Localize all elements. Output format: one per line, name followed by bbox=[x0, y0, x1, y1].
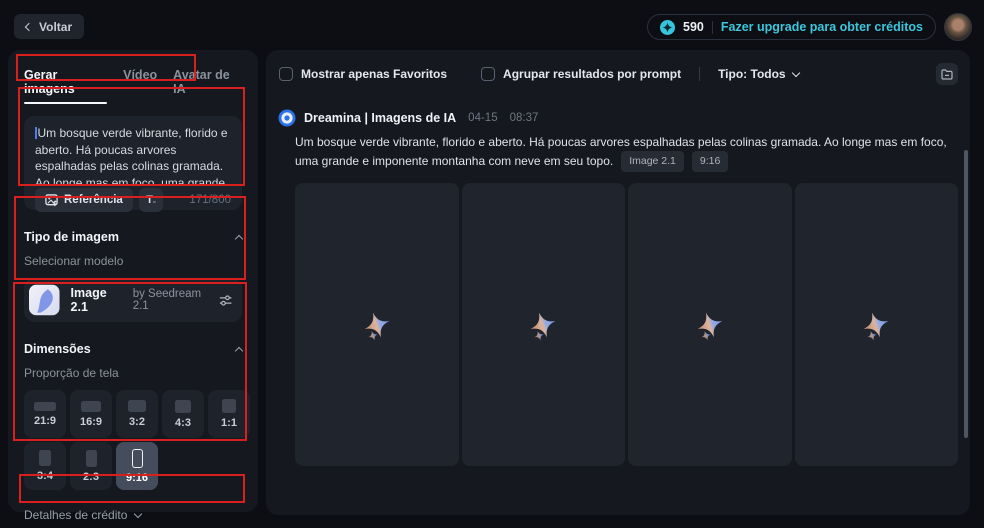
ratio-9-16-icon bbox=[131, 448, 143, 468]
text-tool-icon: T bbox=[146, 194, 153, 206]
sidebar-tabs: Gerar imagens Vídeo Avatar de IA bbox=[24, 64, 242, 104]
ratio-3-2-icon bbox=[128, 400, 146, 412]
image-type-title: Tipo de imagem bbox=[24, 230, 119, 244]
ratio-2-3[interactable]: 2:3 bbox=[70, 442, 112, 490]
tab-avatar-ia[interactable]: Avatar de IA bbox=[173, 68, 242, 104]
char-counter: 171/800 bbox=[189, 194, 231, 206]
model-thumbnail bbox=[29, 284, 60, 316]
filter-divider bbox=[699, 67, 701, 81]
folder-icon bbox=[941, 68, 953, 80]
ratio-1-1-icon bbox=[222, 399, 236, 413]
generating-image-card[interactable] bbox=[295, 183, 459, 466]
ratio-1-1[interactable]: 1:1 bbox=[208, 390, 250, 438]
chevron-left-icon bbox=[24, 22, 34, 31]
chevron-up-icon[interactable] bbox=[234, 234, 244, 243]
sliders-icon[interactable] bbox=[219, 294, 232, 307]
back-button-label: Voltar bbox=[39, 19, 73, 34]
generating-image-card[interactable] bbox=[628, 183, 792, 466]
back-button[interactable]: Voltar bbox=[14, 14, 85, 39]
ratio-4-3-icon bbox=[175, 399, 191, 413]
prompt-text: Um bosque verde vibrante, florido e aber… bbox=[35, 126, 228, 184]
prompt-textarea[interactable]: Um bosque verde vibrante, florido e aber… bbox=[35, 125, 231, 184]
aspect-ratio-label: Proporção de tela bbox=[24, 366, 119, 380]
model-by-label: by Seedream 2.1 bbox=[132, 288, 202, 312]
text-tool-button[interactable]: T ▫ bbox=[138, 188, 163, 212]
prompt-toolbar: Referência T ▫ 171/800 bbox=[35, 188, 231, 212]
result-prompt: Um bosque verde vibrante, florido e aber… bbox=[295, 134, 955, 172]
group-by-prompt-checkbox[interactable] bbox=[481, 67, 496, 81]
ratio-16-9-icon bbox=[81, 400, 101, 412]
ratio-9-16-selected[interactable]: 9:16 bbox=[116, 442, 158, 490]
result-source-title: Dreamina | Imagens de IA bbox=[304, 111, 457, 125]
result-date: 04-15 bbox=[468, 112, 498, 124]
favorites-checkbox[interactable] bbox=[279, 67, 293, 81]
result-header: Dreamina | Imagens de IA 04-15 08:37 bbox=[266, 85, 970, 127]
sparkle-loading-icon bbox=[693, 308, 727, 342]
type-dropdown-label: Tipo: Todos bbox=[718, 67, 786, 81]
ratio-3-4-icon bbox=[39, 450, 51, 466]
chevron-down-icon bbox=[791, 68, 800, 78]
ratio-3-2[interactable]: 3:2 bbox=[116, 390, 158, 438]
ratio-2-3-icon bbox=[85, 449, 97, 467]
dimensions-header[interactable]: Dimensões bbox=[24, 342, 244, 356]
generating-image-card[interactable] bbox=[461, 183, 625, 466]
sparkle-loading-icon bbox=[526, 308, 560, 342]
generating-image-card[interactable] bbox=[794, 183, 958, 466]
sparkle-loading-icon bbox=[859, 308, 893, 342]
ratio-3-4[interactable]: 3:4 bbox=[24, 442, 66, 490]
model-selector[interactable]: Image 2.1 by Seedream 2.1 bbox=[24, 278, 242, 322]
reference-button-label: Referência bbox=[64, 194, 123, 206]
favorites-label: Mostrar apenas Favoritos bbox=[301, 67, 448, 81]
credit-details-label: Detalhes de crédito bbox=[24, 508, 128, 522]
text-tool-sub-icon: ▫ bbox=[152, 199, 156, 206]
tab-video[interactable]: Vídeo bbox=[123, 68, 157, 104]
pill-divider bbox=[711, 20, 713, 34]
chevron-up-icon[interactable] bbox=[234, 346, 244, 355]
chevron-down-icon bbox=[134, 509, 143, 519]
generation-sidebar: Gerar imagens Vídeo Avatar de IA Um bosq… bbox=[8, 50, 258, 522]
scrollbar-thumb[interactable] bbox=[964, 150, 968, 438]
ratio-21-9[interactable]: 21:9 bbox=[24, 390, 66, 438]
result-ratio-tag: 9:16 bbox=[691, 151, 729, 172]
results-panel: Mostrar apenas Favoritos Agrupar resulta… bbox=[266, 50, 970, 515]
reference-button[interactable]: Referência bbox=[35, 188, 133, 212]
dreamina-logo-icon bbox=[278, 109, 296, 127]
text-caret bbox=[35, 127, 37, 139]
user-avatar[interactable] bbox=[944, 13, 972, 41]
sparkle-loading-icon bbox=[360, 308, 394, 342]
generation-grid bbox=[295, 183, 958, 466]
dimensions-title: Dimensões bbox=[24, 342, 91, 356]
upgrade-link[interactable]: Fazer upgrade para obter créditos bbox=[721, 20, 923, 34]
tab-gerar-imagens[interactable]: Gerar imagens bbox=[24, 68, 108, 104]
asset-folder-button[interactable] bbox=[936, 63, 958, 85]
credits-pill[interactable]: 590 Fazer upgrade para obter créditos bbox=[647, 14, 936, 40]
result-model-tag: Image 2.1 bbox=[621, 151, 684, 172]
filter-bar: Mostrar apenas Favoritos Agrupar resulta… bbox=[266, 50, 970, 85]
model-name: Image 2.1 bbox=[70, 286, 107, 314]
result-time: 08:37 bbox=[509, 112, 539, 124]
select-model-label: Selecionar modelo bbox=[24, 254, 124, 268]
group-by-prompt-label: Agrupar resultados por prompt bbox=[503, 67, 682, 81]
ratio-21-9-icon bbox=[34, 401, 56, 411]
type-dropdown[interactable]: Tipo: Todos bbox=[718, 67, 800, 81]
ratio-16-9[interactable]: 16:9 bbox=[70, 390, 112, 438]
aspect-ratio-grid: 21:9 16:9 3:2 4:3 1:1 3:4 2:3 9:16 bbox=[24, 390, 250, 490]
prompt-card: Um bosque verde vibrante, florido e aber… bbox=[24, 116, 242, 212]
dimensions-section: Dimensões Proporção de tela 21:9 16:9 3:… bbox=[24, 342, 250, 490]
ratio-4-3[interactable]: 4:3 bbox=[162, 390, 204, 438]
credit-coin-icon bbox=[660, 19, 675, 35]
credits-balance: 590 bbox=[683, 20, 704, 34]
image-type-header[interactable]: Tipo de imagem bbox=[24, 230, 244, 244]
image-type-section: Tipo de imagem Selecionar modelo Image 2… bbox=[24, 230, 244, 322]
credit-details-toggle[interactable]: Detalhes de crédito bbox=[24, 508, 242, 522]
add-image-icon bbox=[45, 193, 58, 206]
top-bar: Voltar 590 Fazer upgrade para obter créd… bbox=[0, 0, 984, 50]
